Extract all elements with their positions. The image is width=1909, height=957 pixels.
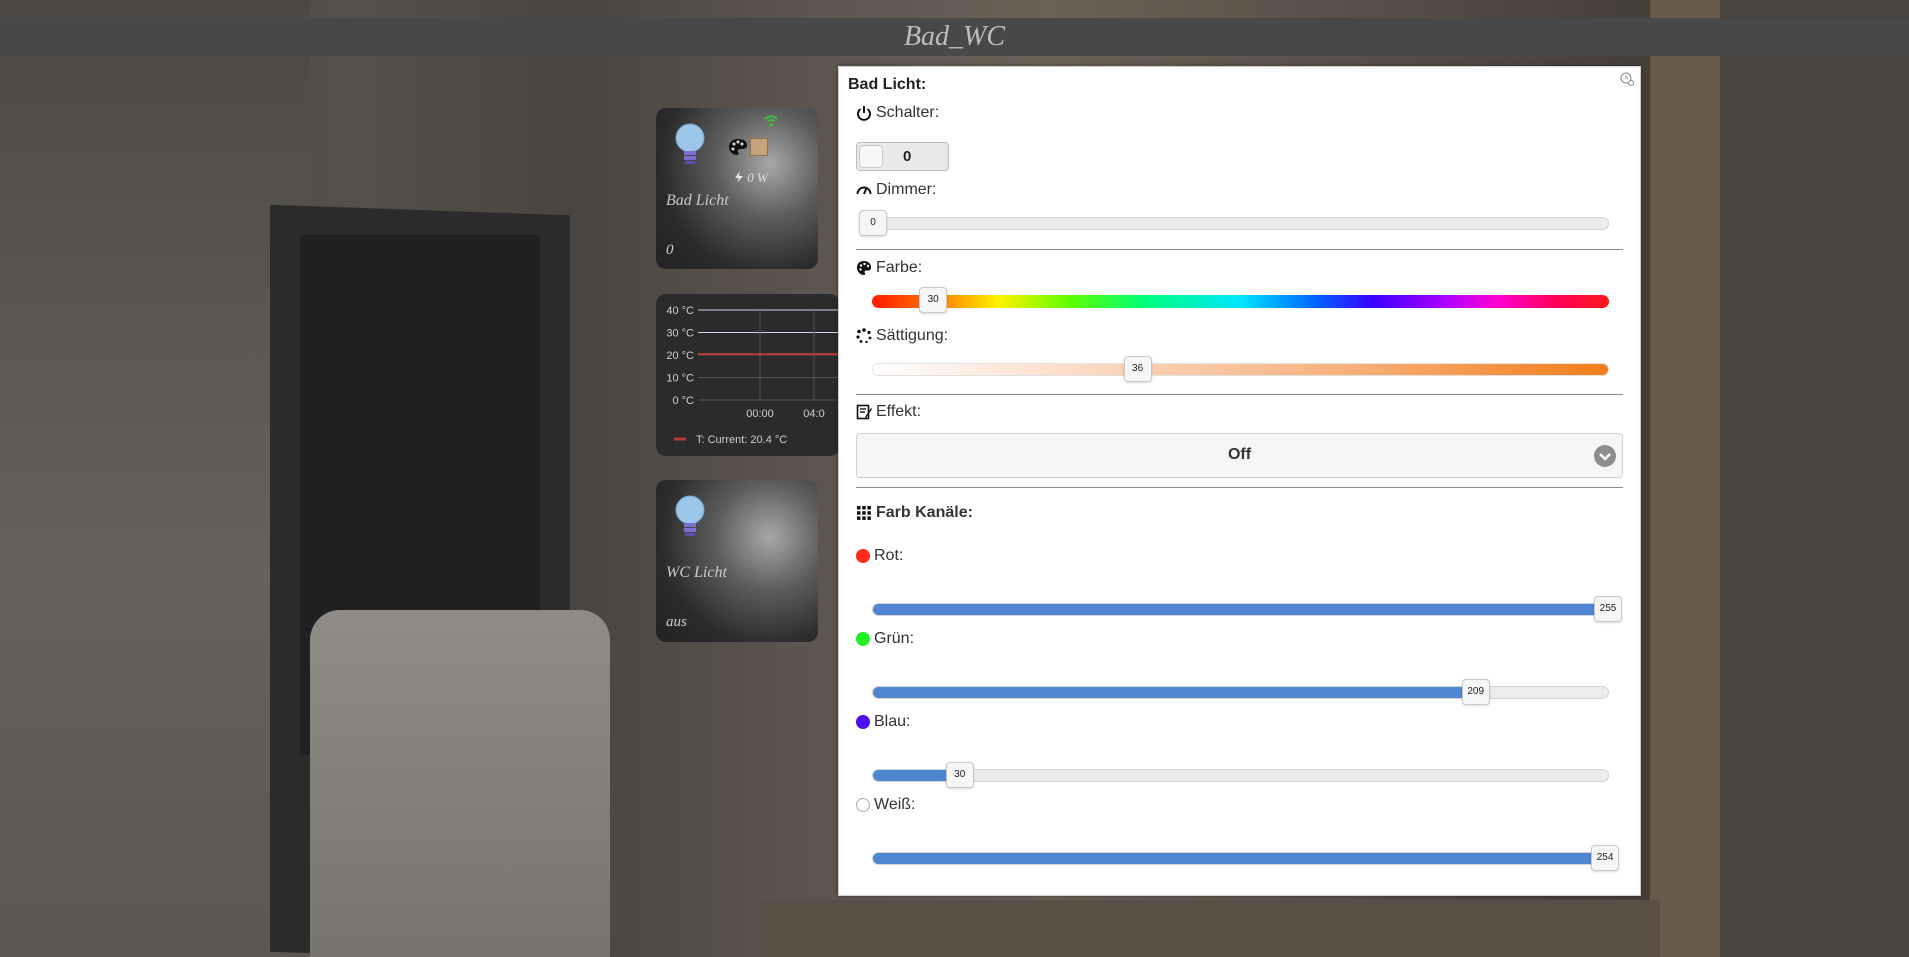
gruen-fill	[873, 687, 1476, 698]
divider	[856, 249, 1623, 250]
background-wall-right	[1720, 0, 1909, 957]
tile-state: 0	[666, 242, 674, 258]
y-tick-label: 20 °C	[666, 350, 694, 362]
divider	[856, 394, 1623, 395]
hue-slider[interactable]: 30	[872, 287, 1609, 313]
hue-handle[interactable]: 30	[919, 287, 948, 313]
blau-handle[interactable]: 30	[945, 762, 974, 788]
gauge-icon	[856, 186, 872, 195]
rot-slider[interactable]: 255	[872, 596, 1622, 622]
power-readout: 0 W	[734, 170, 768, 186]
temperature-chart: 40 °C 30 °C 20 °C 10 °C 0 °C 00:00 04:0 T: Curr…	[666, 305, 840, 446]
schalter-value: 0	[903, 148, 912, 165]
edit-icon	[856, 404, 872, 420]
dimmer-label: Dimmer:	[876, 181, 937, 198]
background-toilet	[310, 610, 610, 957]
background-wall	[0, 0, 310, 957]
channel-row-weiss: Weiß:	[856, 796, 915, 814]
y-tick-label: 30 °C	[666, 328, 694, 340]
page-title: Bad_WC	[903, 21, 1006, 52]
power-icon	[857, 106, 871, 121]
temperature-chart-tile[interactable]: 40 °C 30 °C 20 °C 10 °C 0 °C 00:00 04:0 T: Curr…	[656, 294, 840, 456]
channel-label: Weiß:	[874, 796, 916, 813]
channel-row-blau: Blau:	[856, 713, 910, 731]
weiss-slider[interactable]: 254	[872, 845, 1620, 871]
x-tick-label: 04:0	[803, 408, 824, 420]
channel-label: Rot:	[874, 547, 904, 564]
schalter-label: Schalter:	[876, 104, 940, 121]
tile-wc-licht[interactable]: WC Licht aus	[656, 480, 818, 642]
effekt-row: Effekt:	[856, 403, 921, 421]
saturation-handle[interactable]: 36	[1123, 356, 1152, 382]
top-bar: Bad_WC	[0, 18, 1909, 56]
effekt-value: Off	[1227, 446, 1252, 463]
tile-bad-licht[interactable]: 0 W Bad Licht 0	[656, 108, 818, 269]
tile-label: Bad Licht	[666, 192, 729, 209]
saturation-icon	[856, 328, 872, 344]
color-swatch	[750, 138, 768, 156]
green-dot-icon	[856, 632, 870, 646]
dimmer-handle[interactable]: 0	[859, 210, 887, 236]
schalter-switch[interactable]: 0	[856, 142, 949, 171]
red-dot-icon	[856, 549, 870, 563]
farbe-label: Farbe:	[876, 259, 923, 276]
channel-label: Blau:	[874, 713, 911, 730]
saettigung-row: Sättigung:	[856, 327, 948, 345]
channel-label: Grün:	[874, 630, 915, 647]
lightbulb-icon	[675, 123, 705, 164]
white-dot-icon	[856, 798, 870, 812]
grid-icon	[857, 506, 871, 520]
saturation-slider[interactable]: 36	[872, 356, 1609, 382]
rot-fill	[873, 604, 1608, 615]
tile-state: aus	[666, 614, 687, 630]
lightning-icon	[735, 171, 743, 183]
gruen-handle[interactable]: 209	[1461, 679, 1490, 705]
background-door-frame	[1650, 0, 1720, 957]
dimmer-row: Dimmer:	[856, 181, 936, 199]
palette-icon	[857, 261, 871, 275]
rot-handle[interactable]: 255	[1594, 596, 1622, 622]
tile-label: WC Licht	[666, 564, 727, 581]
x-tick-label: 00:00	[746, 408, 774, 420]
y-tick-label: 40 °C	[666, 305, 694, 317]
gruen-slider[interactable]: 209	[872, 679, 1609, 705]
effekt-label: Effekt:	[876, 403, 922, 420]
switch-knob[interactable]	[859, 145, 883, 168]
lightbulb-icon	[675, 495, 705, 536]
schalter-row: Schalter:	[856, 104, 939, 122]
channel-row-rot: Rot:	[856, 547, 903, 565]
dimmer-slider[interactable]: 0	[859, 210, 1609, 236]
farb-kanaele-label: Farb Kanäle:	[876, 504, 973, 521]
effekt-select[interactable]: Off	[856, 433, 1623, 478]
power-value: 0 W	[747, 170, 768, 185]
channel-row-gruen: Grün:	[856, 630, 914, 648]
saettigung-label: Sättigung:	[876, 327, 949, 344]
farb-kanaele-row: Farb Kanäle:	[856, 504, 973, 522]
palette-icon	[729, 139, 747, 155]
y-tick-label: 10 °C	[666, 373, 694, 385]
legend-label: T: Current: 20.4 °C	[696, 434, 787, 446]
y-tick-label: 0 °C	[672, 395, 694, 407]
close-icon[interactable]	[1620, 72, 1634, 86]
background-floor	[760, 900, 1660, 957]
weiss-handle[interactable]: 254	[1591, 845, 1620, 871]
farbe-row: Farbe:	[856, 259, 922, 277]
divider	[856, 487, 1623, 488]
light-control-panel: Bad Licht: Schalter: 0 Dimmer: 0 Farbe: …	[838, 66, 1641, 896]
wifi-icon	[764, 115, 778, 127]
blau-slider[interactable]: 30	[872, 762, 1609, 788]
panel-title: Bad Licht:	[848, 76, 927, 93]
weiss-fill	[873, 853, 1606, 864]
chevron-down-icon[interactable]	[1594, 445, 1616, 467]
blue-dot-icon	[856, 715, 870, 729]
